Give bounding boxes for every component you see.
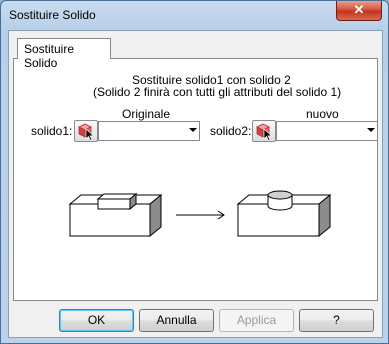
- replacement-illustration: [68, 190, 332, 238]
- apply-button[interactable]: Applica: [219, 309, 294, 332]
- ok-button[interactable]: OK: [59, 309, 134, 332]
- tab-label: Sostituire Solido: [24, 42, 75, 70]
- window-title: Sostituire Solido: [9, 8, 96, 22]
- original-solid-illustration: [68, 192, 163, 238]
- help-button[interactable]: ?: [299, 309, 374, 332]
- dialog-client-area: Sostituire Solido Sostituire solido1 con…: [8, 30, 383, 338]
- tab-sostituire-solido[interactable]: Sostituire Solido: [17, 38, 111, 70]
- new-solid-illustration: [236, 190, 332, 238]
- dialog-window: Sostituire Solido ✕ Sostituire Solido So…: [0, 0, 389, 344]
- tab-panel: Sostituire solido1 con solido 2 (Solido …: [13, 58, 378, 301]
- arrow-right-icon: [176, 210, 225, 220]
- close-button[interactable]: ✕: [336, 1, 382, 21]
- title-bar[interactable]: Sostituire Solido ✕: [1, 1, 388, 29]
- cancel-button[interactable]: Annulla: [139, 309, 214, 332]
